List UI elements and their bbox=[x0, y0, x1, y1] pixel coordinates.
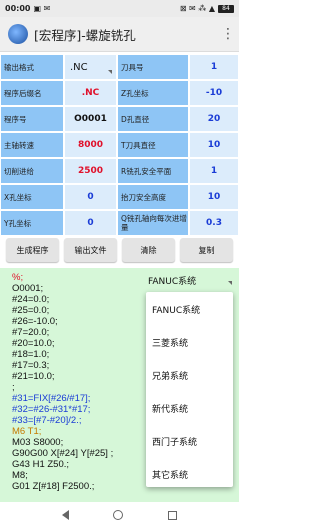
program-number-input[interactable]: O0001 bbox=[65, 107, 116, 131]
tool-number-input[interactable]: 1 bbox=[190, 55, 238, 79]
retract-height-label: 抬刀安全高度 bbox=[118, 185, 188, 209]
dropdown-option-other[interactable]: 其它系统 bbox=[152, 468, 188, 481]
form-row: Y孔坐标 0 Q铣孔轴向每次进增量 0.3 bbox=[0, 211, 239, 235]
q-axial-increment-input[interactable]: 0.3 bbox=[190, 211, 238, 235]
dropdown-option-mitsubishi[interactable]: 三菱系统 bbox=[152, 336, 188, 349]
hole-diameter-label: D孔直径 bbox=[118, 107, 188, 131]
spindle-speed-label: 主轴转速 bbox=[1, 133, 63, 157]
program-number-label: 程序号 bbox=[1, 107, 63, 131]
form-row: 主轴转速 8000 T刀具直径 10 bbox=[0, 133, 239, 157]
status-bar: 00:00 ▣ ✉ ⊠ ✉ ⁂ ▲ 84 bbox=[0, 0, 239, 17]
form-row: 程序号 O0001 D孔直径 20 bbox=[0, 107, 239, 131]
cnc-system-select[interactable]: FANUC系统 bbox=[148, 272, 234, 288]
output-format-value: .NC bbox=[70, 61, 88, 73]
y-hole-coordinate-label: Y孔坐标 bbox=[1, 211, 63, 235]
q-axial-increment-label: Q铣孔轴向每次进增量 bbox=[118, 211, 188, 235]
dropdown-option-syntec[interactable]: 新代系统 bbox=[152, 402, 188, 415]
r-safety-plane-input[interactable]: 1 bbox=[190, 159, 238, 183]
copy-button[interactable]: 复制 bbox=[180, 238, 233, 262]
page-title: [宏程序]-螺旋铣孔 bbox=[34, 27, 136, 43]
x-hole-coordinate-input[interactable]: 0 bbox=[65, 185, 116, 209]
app-logo-icon bbox=[8, 24, 28, 44]
dropdown-option-siemens[interactable]: 西门子系统 bbox=[152, 435, 197, 448]
y-hole-coordinate-input[interactable]: 0 bbox=[65, 211, 116, 235]
retract-height-input[interactable]: 10 bbox=[190, 185, 238, 209]
battery-icon: 84 bbox=[218, 4, 234, 13]
export-file-button[interactable]: 输出文件 bbox=[64, 238, 117, 262]
home-icon[interactable] bbox=[113, 510, 124, 520]
system-nav-bar bbox=[0, 502, 239, 528]
tool-number-label: 刀具号 bbox=[118, 55, 188, 79]
hole-diameter-input[interactable]: 20 bbox=[190, 107, 238, 131]
status-time: 00:00 bbox=[5, 4, 31, 13]
form-row: 切削进给 2500 R铣孔安全平面 1 bbox=[0, 159, 239, 183]
form-row: X孔坐标 0 抬刀安全高度 10 bbox=[0, 185, 239, 209]
cnc-system-selected: FANUC系统 bbox=[148, 276, 197, 287]
dropdown-option-fanuc[interactable]: FANUC系统 bbox=[152, 303, 200, 316]
form-row: 程序后缀名 .NC Z孔坐标 -10 bbox=[0, 81, 239, 105]
cutting-feed-input[interactable]: 2500 bbox=[65, 159, 116, 183]
tool-diameter-input[interactable]: 10 bbox=[190, 133, 238, 157]
back-icon[interactable] bbox=[62, 510, 70, 520]
action-buttons: 生成程序 输出文件 清除 复制 bbox=[0, 238, 239, 264]
tool-diameter-label: T刀具直径 bbox=[118, 133, 188, 157]
recent-apps-icon[interactable] bbox=[167, 510, 177, 520]
code-line: #21=10.0; bbox=[12, 371, 55, 382]
x-hole-coordinate-label: X孔坐标 bbox=[1, 185, 63, 209]
z-hole-coordinate-input[interactable]: -10 bbox=[190, 81, 238, 105]
program-suffix-input[interactable]: .NC bbox=[65, 81, 116, 105]
output-format-select[interactable]: .NC bbox=[65, 55, 116, 79]
cnc-system-dropdown: FANUC系统 三菱系统 兄弟系统 新代系统 西门子系统 其它系统 bbox=[146, 292, 233, 487]
overflow-menu-icon[interactable]: ⋮ bbox=[221, 26, 235, 42]
dropdown-caret-icon bbox=[228, 281, 232, 285]
signal-icons: ⊠ ✉ ⁂ ▲ bbox=[179, 4, 215, 13]
generate-program-button[interactable]: 生成程序 bbox=[6, 238, 59, 262]
dropdown-option-brother[interactable]: 兄弟系统 bbox=[152, 369, 188, 382]
dropdown-caret-icon bbox=[108, 70, 112, 74]
system-status-icons: ⊠ ✉ ⁂ ▲ 84 bbox=[180, 4, 234, 13]
app-bar: [宏程序]-螺旋铣孔 ⋮ bbox=[0, 17, 239, 52]
notification-icons: ▣ ✉ bbox=[33, 4, 51, 13]
r-safety-plane-label: R铣孔安全平面 bbox=[118, 159, 188, 183]
program-suffix-label: 程序后缀名 bbox=[1, 81, 63, 105]
code-line: G01 Z[#18] F2500.; bbox=[12, 481, 95, 492]
spindle-speed-input[interactable]: 8000 bbox=[65, 133, 116, 157]
cutting-feed-label: 切削进给 bbox=[1, 159, 63, 183]
output-format-label: 输出格式 bbox=[1, 55, 63, 79]
z-hole-coordinate-label: Z孔坐标 bbox=[118, 81, 188, 105]
clear-button[interactable]: 清除 bbox=[122, 238, 175, 262]
form-row: 输出格式 .NC 刀具号 1 bbox=[0, 55, 239, 79]
